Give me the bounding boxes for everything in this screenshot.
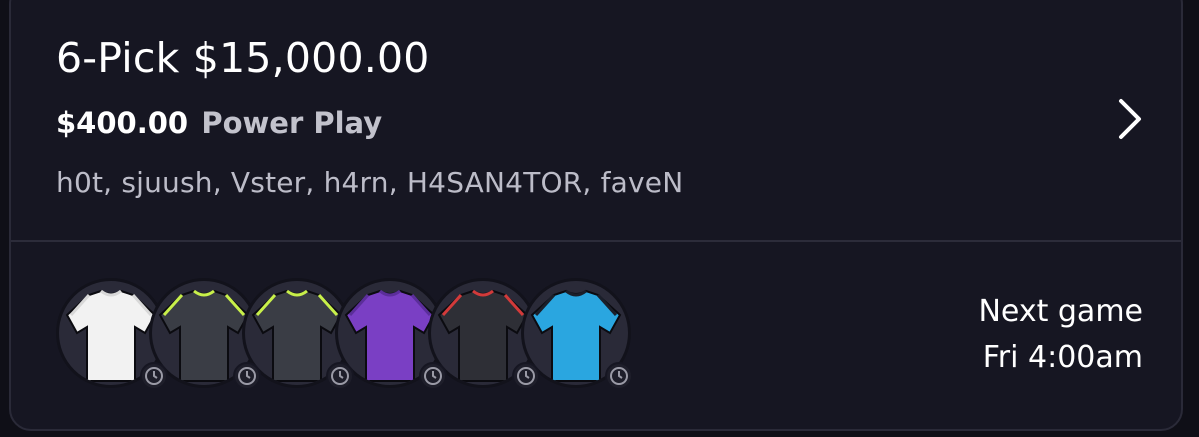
clock-icon [140,362,168,390]
next-game-time: Fri 4:00am [982,340,1143,375]
player-list: h0t, sjuush, Vster, h4rn, H4SAN4TOR, fav… [56,166,684,199]
stake-row: $400.00 Power Play [56,106,382,140]
clock-icon [233,362,261,390]
divider [11,240,1181,242]
play-type: Power Play [201,106,383,140]
entry-title: 6-Pick $15,000.00 [56,34,430,82]
stake-amount: $400.00 [56,106,189,140]
next-game-label: Next game [978,294,1143,329]
clock-icon [326,362,354,390]
jersey-avatars [56,278,656,394]
clock-icon [605,362,633,390]
clock-icon [419,362,447,390]
clock-icon [512,362,540,390]
chevron-right-icon[interactable] [1112,97,1148,141]
